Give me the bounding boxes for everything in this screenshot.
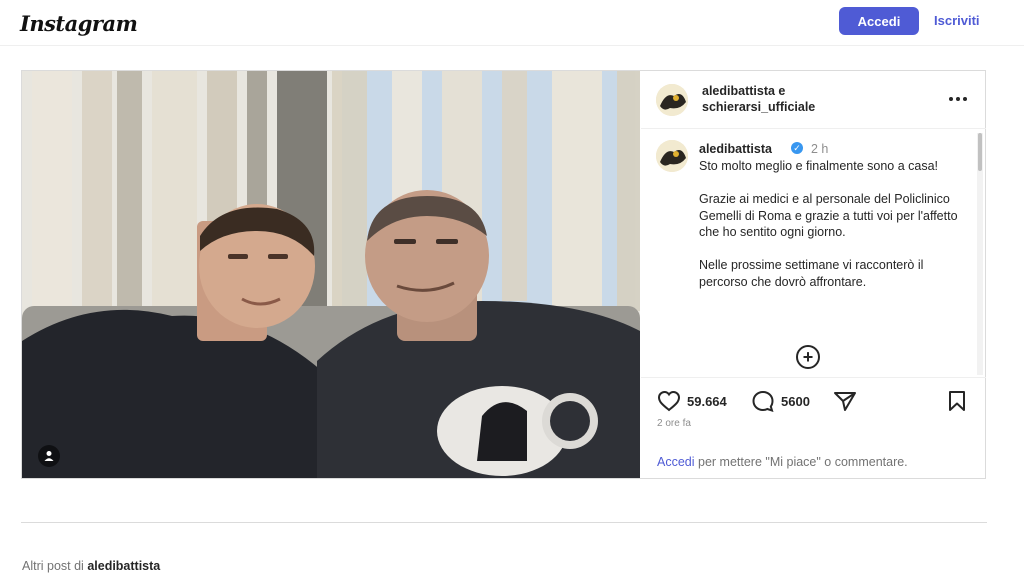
login-button[interactable]: Accedi [839,7,919,35]
caption-paragraph: Nelle prossime settimane vi racconterò i… [699,258,924,289]
tagged-user-icon[interactable] [38,445,60,467]
more-posts-username[interactable]: aledibattista [87,559,160,573]
instagram-logo[interactable]: Instagram [20,11,138,36]
scroll-thumb[interactable] [978,133,982,171]
top-bar: Instagram Accedi Iscriviti [0,0,1024,46]
bookmark-icon [949,391,965,411]
caption-text: Sto molto meglio e finalmente sono a cas… [699,158,961,307]
more-posts-heading: Altri post di aledibattista [22,559,160,573]
comment-count: 5600 [781,393,810,409]
heart-icon [657,390,681,412]
send-icon [834,392,856,411]
login-prompt-link[interactable]: Accedi [657,455,695,469]
login-prompt: Accedi per mettere "Mi piace" o commenta… [657,455,908,469]
comment-button[interactable]: 5600 [751,390,810,412]
post-time-ago: 2 ore fa [657,418,691,429]
caption-paragraph: Grazie ai medici e al personale del Poli… [699,192,958,239]
add-comment-icon[interactable]: + [796,345,820,369]
post-photo[interactable] [22,71,640,478]
post-owners[interactable]: aledibattista e schierarsi_ufficiale [702,83,902,115]
post-header: aledibattista e schierarsi_ufficiale [641,71,986,129]
comment-icon [752,390,774,412]
caption-scrollbar[interactable] [977,133,983,375]
more-options-icon[interactable] [946,91,970,107]
caption-area: aledibattista ✓ 2 h Sto molto meglio e f… [641,130,986,376]
more-posts-prefix: Altri post di [22,559,88,573]
post-sidebar: aledibattista e schierarsi_ufficiale ale… [641,71,986,478]
caption-username[interactable]: aledibattista [699,142,772,156]
caption-avatar[interactable] [656,140,688,172]
verified-badge-icon: ✓ [791,142,803,154]
like-count: 59.664 [687,393,727,409]
login-prompt-text: per mettere "Mi piace" o commentare. [694,455,908,469]
avatar[interactable] [656,84,688,116]
post-actions: 59.664 5600 2 ore fa Accedi per mettere … [641,377,986,478]
caption-time: 2 h [811,142,829,156]
section-divider [21,522,987,523]
signup-link[interactable]: Iscriviti [934,13,980,28]
like-button[interactable]: 59.664 [657,390,727,412]
save-button[interactable] [947,390,967,412]
post-card: aledibattista e schierarsi_ufficiale ale… [21,70,986,479]
photo-illustration [22,71,640,478]
caption-paragraph: Sto molto meglio e finalmente sono a cas… [699,159,939,173]
share-button[interactable] [833,390,857,412]
